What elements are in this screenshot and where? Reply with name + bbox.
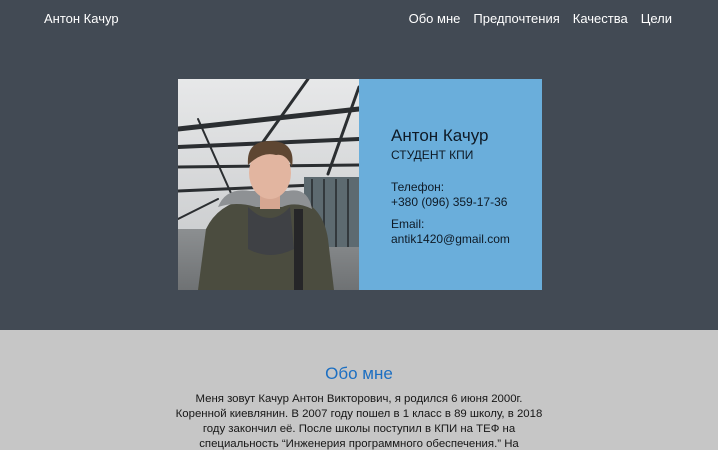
- email-value: antik1420@gmail.com: [391, 232, 510, 246]
- nav-item-qualities[interactable]: Качества: [573, 11, 628, 27]
- profile-name: Антон Качур: [391, 126, 489, 145]
- phone-value: +380 (096) 359-17-36: [391, 195, 508, 209]
- profile-role: СТУДЕНТ КПИ: [391, 148, 474, 162]
- about-title: Обо мне: [325, 364, 393, 383]
- profile-card: Антон Качур СТУДЕНТ КПИ Телефон: +380 (0…: [178, 79, 542, 290]
- contact-info: Антон Качур СТУДЕНТ КПИ Телефон: +380 (0…: [359, 79, 542, 290]
- nav-item-preferences[interactable]: Предпочтения: [473, 11, 559, 27]
- main-nav: Обо мне Предпочтения Качества Цели: [409, 11, 672, 27]
- about-text: Меня зовут Качур Антон Викторович, я род…: [175, 393, 543, 450]
- phone-label: Телефон:: [391, 180, 445, 194]
- nav-item-about[interactable]: Обо мне: [409, 11, 461, 27]
- email-label: Email:: [391, 217, 425, 231]
- nav-item-goals[interactable]: Цели: [641, 11, 672, 27]
- about-section: Обо мне Меня зовут Качур Антон Викторови…: [0, 330, 718, 450]
- brand-link[interactable]: Антон Качур: [44, 11, 119, 27]
- page: Антон Качур Обо мне Предпочтения Качеств…: [0, 0, 718, 450]
- profile-photo: [178, 79, 359, 290]
- hero-section: Антон Качур Обо мне Предпочтения Качеств…: [0, 0, 718, 330]
